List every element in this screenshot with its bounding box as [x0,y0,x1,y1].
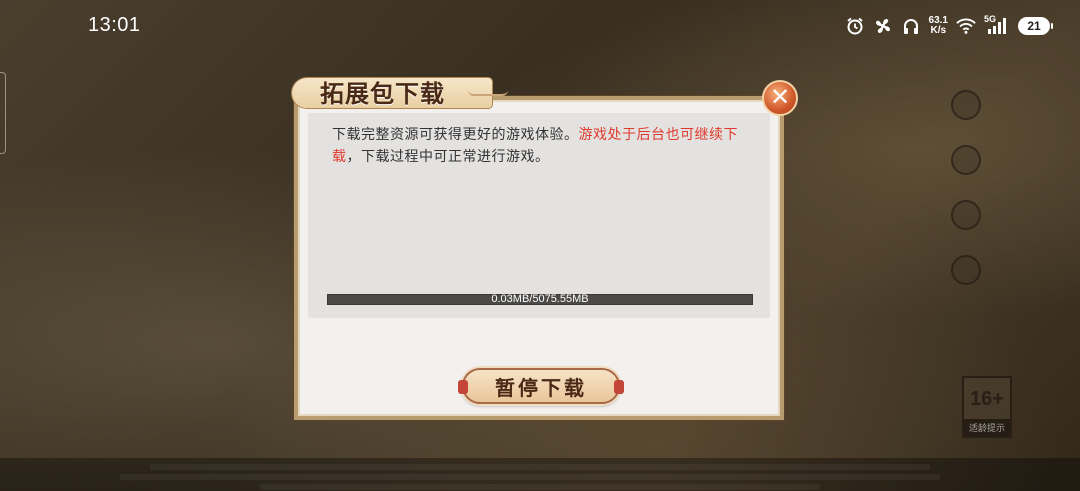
description-text-2: ，下载过程中可正常进行游戏。 [346,149,550,165]
clock: 13:01 [88,14,141,36]
dialog-title: 拓展包下载 [320,79,445,108]
net-speed-unit: K/s [930,25,947,36]
ribbon-tail [468,90,508,96]
pause-download-button[interactable]: 暂停下载 [458,368,624,404]
battery-level: 21 [1027,19,1041,33]
fan-icon [873,16,893,36]
alarm-icon [845,16,865,36]
progress-text: 0.03MB/5075.55MB [491,293,589,305]
headphones-icon [901,16,921,36]
pause-download-label: 暂停下载 [495,375,587,400]
description-text: 下载完整资源可获得更好的游戏体验。 [332,127,579,143]
button-cap-left [458,380,468,394]
edge-handle[interactable] [0,72,6,154]
status-bar: 13:01 63.1 K/s 5G 21 [0,0,1080,52]
battery-icon: 21 [1018,17,1053,35]
signal-icon: 5G [984,14,1010,36]
close-button[interactable]: ✕ [762,80,798,116]
wifi-icon [956,16,976,36]
download-progress-bar: 0.03MB/5075.55MB [327,293,753,305]
button-cap-right [614,380,624,394]
net-speed: 63.1 K/s [929,16,948,36]
close-icon: ✕ [769,83,791,111]
dialog-title-ribbon: 拓展包下载 [292,70,512,110]
network-type: 5G [984,14,997,24]
dialog-description: 下载完整资源可获得更好的游戏体验。游戏处于后台也可继续下载，下载过程中可正常进行… [332,124,752,168]
status-icons: 63.1 K/s 5G 21 [845,14,1053,38]
